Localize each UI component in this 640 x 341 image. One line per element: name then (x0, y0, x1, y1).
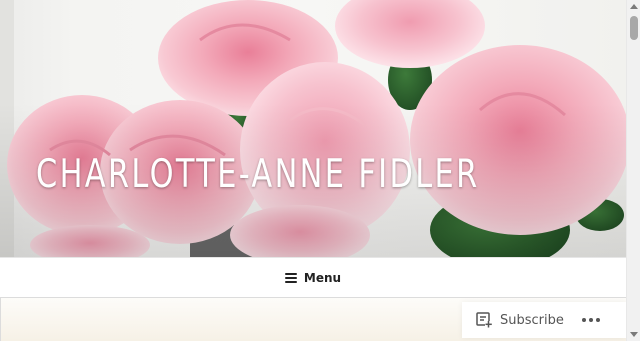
main-navigation: Menu (0, 257, 626, 297)
subscribe-label: Subscribe (500, 312, 564, 328)
reader-subscribe-icon (476, 312, 493, 328)
more-options-button[interactable] (581, 318, 600, 322)
ellipsis-icon (581, 318, 586, 322)
scroll-up-arrow-icon[interactable] (630, 4, 638, 9)
scroll-thumb[interactable] (630, 16, 638, 40)
site-title[interactable]: CHARLOTTE-ANNE FIDLER (36, 152, 480, 197)
menu-toggle-button[interactable]: Menu (284, 270, 342, 285)
header-shade (0, 0, 626, 257)
header-image: CHARLOTTE-ANNE FIDLER (0, 0, 626, 257)
vertical-scrollbar[interactable] (626, 0, 640, 341)
floating-action-bar: Subscribe (462, 302, 626, 338)
scroll-down-arrow-icon[interactable] (630, 332, 638, 337)
menu-label: Menu (303, 270, 342, 285)
hamburger-icon (284, 272, 297, 283)
subscribe-button[interactable]: Subscribe (476, 312, 564, 328)
page: CHARLOTTE-ANNE FIDLER Menu Subscribe (0, 0, 626, 341)
